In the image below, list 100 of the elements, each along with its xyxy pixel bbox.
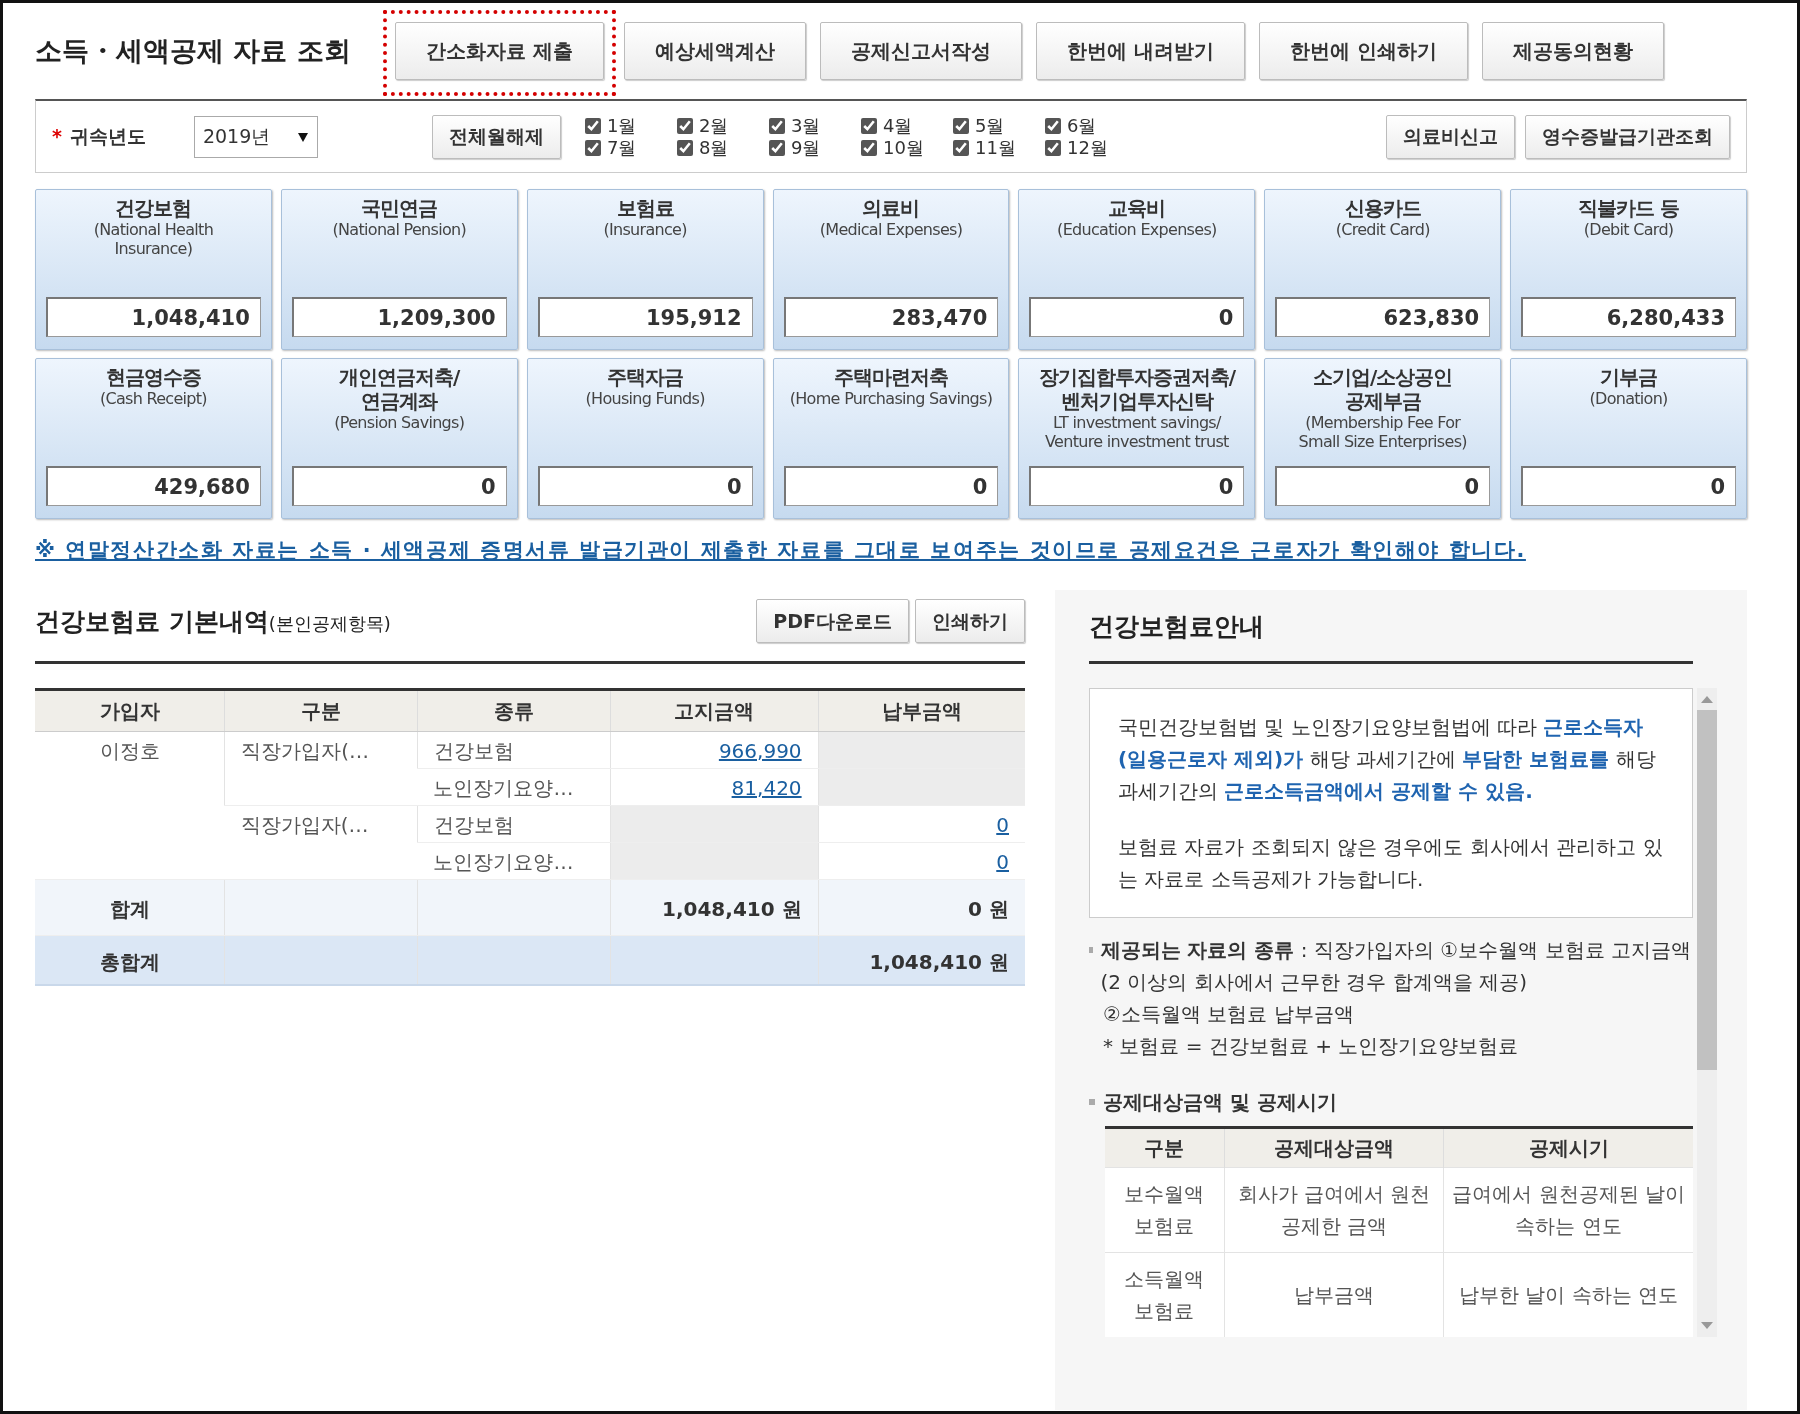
category-subtitle: (Housing Funds) (585, 389, 705, 408)
year-select[interactable]: 2019년 (193, 115, 318, 158)
table-cell: 건강보험 (417, 731, 611, 769)
panel-title: 건강보험료안내 (1089, 610, 1265, 643)
table-cell: 총합계 (35, 935, 225, 986)
category-subtitle: (Membership Fee For Small Size Enterprises) (1298, 413, 1467, 451)
month-checkbox[interactable] (952, 139, 969, 156)
table-cell: 이정호 (35, 731, 225, 880)
toolbar-button[interactable]: 공제신고서작성 (819, 22, 1022, 80)
table-cell: 노인장기요양… (417, 768, 611, 806)
amount-field: 623,830 (1275, 297, 1491, 337)
month-checkbox[interactable] (768, 139, 785, 156)
month-label: 10월 (882, 136, 924, 159)
category-subtitle: (Cash Receipt) (99, 389, 207, 408)
category-title: 주택마련저축 (834, 365, 948, 389)
category-subtitle: (Credit Card) (1335, 220, 1430, 239)
scroll-thumb[interactable] (1697, 710, 1717, 1071)
table-cell: 소득월액 보험료 (1105, 1252, 1225, 1338)
toolbar-button[interactable]: 한번에 내려받기 (1035, 22, 1245, 80)
month-checkbox[interactable] (676, 139, 693, 156)
month-checkbox[interactable] (1044, 139, 1061, 156)
category-title: 기부금 (1600, 365, 1658, 389)
column-header: 구분 (224, 689, 418, 732)
month-checkbox[interactable] (676, 117, 693, 134)
info-text: ②소득월액 보험료 납부금액 (1103, 1001, 1354, 1029)
month-label: 6월 (1066, 114, 1097, 137)
caret-icon (296, 130, 309, 143)
amount-field: 283,470 (783, 297, 999, 337)
bullet-icon (1089, 947, 1093, 954)
table-cell: 회사가 급여에서 원천공제한 금액 (1224, 1167, 1444, 1253)
category-subtitle: (Home Purchasing Savings) (789, 389, 993, 408)
month-checkbox[interactable] (584, 117, 601, 134)
table-cell: 직장가입자(… (224, 805, 418, 880)
category-title: 소기업/소상공인 공제부금 (1313, 365, 1453, 413)
amount-link[interactable]: 0 (996, 849, 1009, 874)
month-checkbox[interactable] (584, 139, 601, 156)
amount-field: 0 (537, 466, 753, 506)
category-title: 국민연금 (361, 196, 438, 220)
category-title: 개인연금저축/ 연금계좌 (339, 365, 460, 413)
table-cell: 납부금액 (1224, 1252, 1444, 1338)
amount-field: 429,680 (46, 466, 261, 506)
month-checkbox[interactable] (768, 117, 785, 134)
info-text: 보험료 자료가 조회되지 않은 경우에도 회사에서 관리하고 있는 자료로 소득공제가 가능합니다. (1118, 834, 1664, 894)
category-title: 주택자금 (607, 365, 684, 389)
category-subtitle: (Education Expenses) (1057, 220, 1217, 239)
notice-link[interactable]: ※ 연말정산간소화 자료는 소득 · 세액공제 증명서류 발급기관이 제출한 자료를 그대로 보여주는 것이므로 공제요건은 근로자가 확인해야 합니다. (35, 538, 1526, 562)
category-subtitle: LT investment savings/ Venture investment trust (1045, 413, 1229, 451)
table-cell: 합계 (35, 879, 225, 936)
filter-button[interactable]: 영수증발급기관조회 (1525, 114, 1730, 159)
category-subtitle: (National Health Insurance) (93, 220, 214, 258)
month-checkbox[interactable] (860, 139, 877, 156)
category-title: 신용카드 (1344, 196, 1421, 220)
month-label: 7월 (606, 136, 637, 159)
action-button[interactable]: 인쇄하기 (915, 599, 1025, 644)
table-cell: 직장가입자(… (224, 731, 418, 806)
amount-field: 0 (1029, 297, 1245, 337)
filter-button[interactable]: 의료비신고 (1386, 114, 1515, 159)
info-text: * 보험료 = 건강보험료 + 노인장기요양보험료 (1103, 1033, 1519, 1061)
subsection-title: 공제대상금액 및 공제시기 (1103, 1089, 1337, 1117)
column-header: 공제시기 (1443, 1127, 1693, 1168)
amount-field: 0 (1521, 466, 1736, 506)
bullet-icon (1089, 1099, 1095, 1106)
amount-field: 6,280,433 (1521, 297, 1736, 337)
month-checkbox[interactable] (952, 117, 969, 134)
toolbar-button[interactable]: 예상세액계산 (623, 22, 806, 80)
month-label: 8월 (698, 136, 729, 159)
month-checkbox[interactable] (1044, 117, 1061, 134)
amount-field: 195,912 (537, 297, 753, 337)
year-label: 귀속년도 (69, 124, 146, 150)
category-title: 건강보험 (115, 196, 192, 220)
column-header: 구분 (1105, 1127, 1225, 1168)
action-button[interactable]: PDF다운로드 (756, 599, 909, 644)
month-label: 2월 (698, 114, 729, 137)
category-subtitle: (Debit Card) (1583, 220, 1674, 239)
toolbar-button[interactable]: 간소화자료 제출 (394, 22, 604, 80)
category-title: 현금영수증 (105, 365, 201, 389)
toolbar-button[interactable]: 한번에 인쇄하기 (1258, 22, 1468, 80)
column-header: 공제대상금액 (1224, 1127, 1444, 1168)
table-cell: 1,048,410 원 (610, 879, 819, 936)
clear-months-button[interactable]: 전체월해제 (431, 114, 561, 159)
amount-field: 1,209,300 (291, 297, 507, 337)
required-mark: * (52, 124, 62, 150)
info-text: 국민건강보험법 및 노인장기요양보험법에 따라 근로소득자(일용근로자 제외)가 해당 과세기간에 부담한 보험료를 해당 과세기간의 근로소득금액에서 공제할 수 있음. (1118, 714, 1657, 806)
amount-field: 0 (291, 466, 507, 506)
amount-field: 0 (1029, 466, 1245, 506)
toolbar-button[interactable]: 제공동의현황 (1481, 22, 1664, 80)
month-label: 12월 (1066, 136, 1108, 159)
category-title: 보험료 (616, 196, 674, 220)
amount-link[interactable]: 966,990 (718, 738, 802, 763)
scrollbar[interactable] (1697, 688, 1717, 1338)
month-label: 9월 (790, 136, 821, 159)
month-label: 11월 (974, 136, 1016, 159)
year-value: 2019년 (202, 124, 271, 150)
column-header: 종류 (417, 689, 611, 732)
amount-link[interactable]: 81,420 (731, 775, 802, 800)
table-cell: 보수월액 보험료 (1105, 1167, 1225, 1253)
section-title: 건강보험료 기본내역(본인공제항목) (35, 605, 391, 638)
amount-link[interactable]: 0 (996, 812, 1009, 837)
month-checkbox[interactable] (860, 117, 877, 134)
amount-field: 1,048,410 (46, 297, 261, 337)
